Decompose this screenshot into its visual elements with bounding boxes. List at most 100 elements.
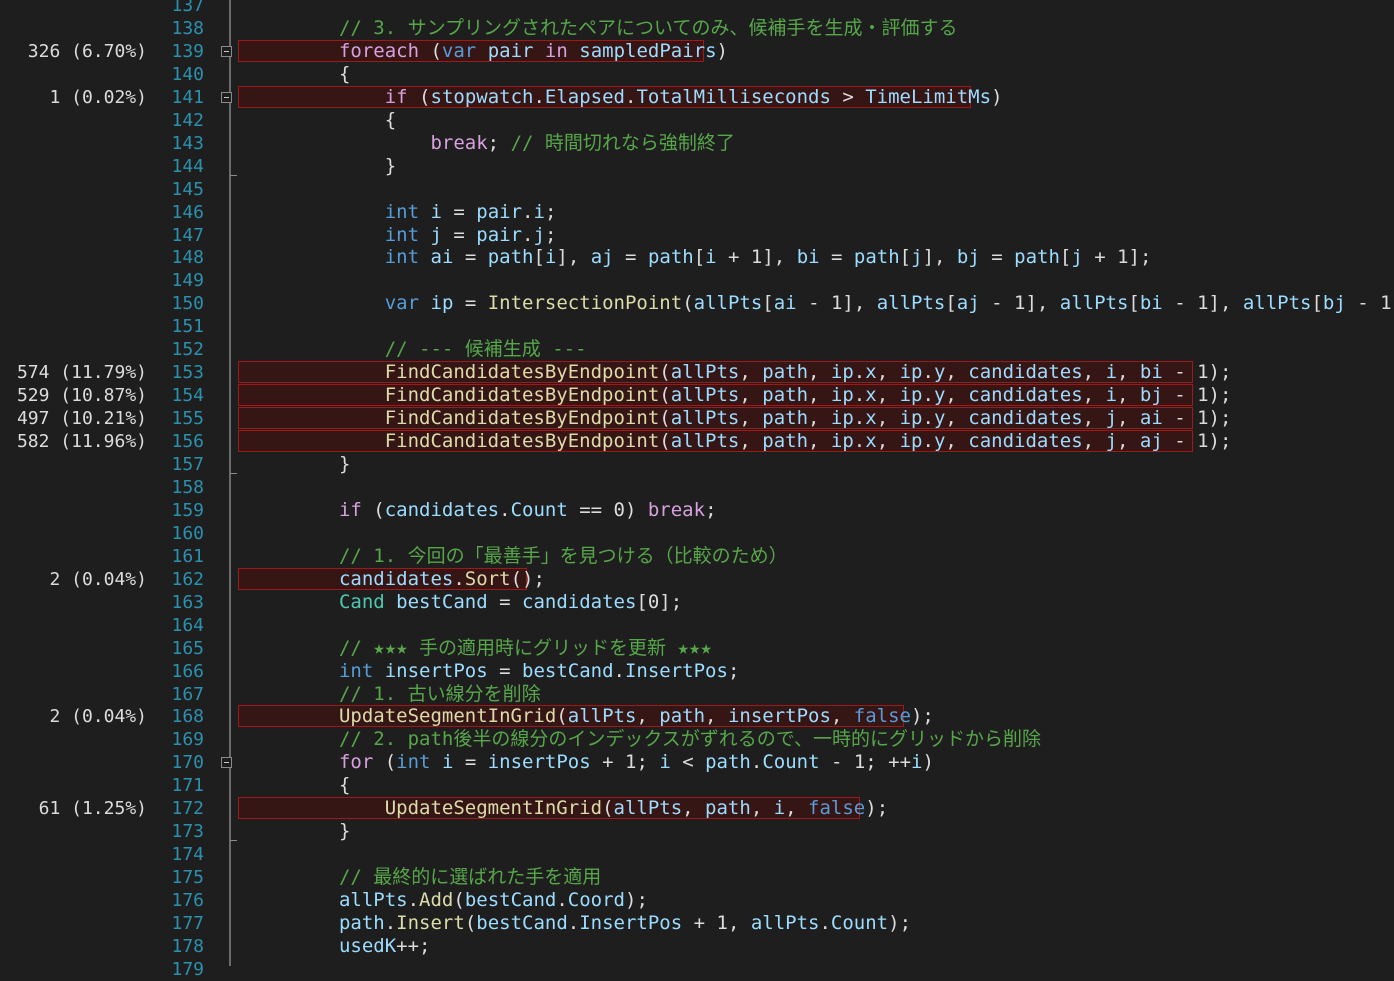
code-text[interactable]: int insertPos = bestCand.InsertPos; [236, 660, 739, 683]
code-line-159[interactable]: 159 if (candidates.Count == 0) break; [0, 499, 1394, 522]
code-line-179[interactable]: 179 [0, 958, 1394, 981]
code-text[interactable] [236, 178, 247, 201]
code-line-167[interactable]: 167 // 1. 古い線分を削除 [0, 683, 1394, 706]
code-token: i [773, 797, 786, 820]
code-text[interactable] [236, 958, 247, 981]
code-text[interactable]: foreach (var pair in sampledPairs) [236, 40, 728, 63]
code-text[interactable] [236, 0, 247, 17]
collapse-toggle-icon[interactable] [221, 45, 232, 57]
code-text[interactable] [236, 269, 247, 292]
code-line-153[interactable]: 574 (11.79%) 153 FindCandidatesByEndpoint… [0, 361, 1394, 384]
code-line-164[interactable]: 164 [0, 614, 1394, 637]
code-text[interactable]: for (int i = insertPos + 1; i < path.Cou… [236, 751, 934, 774]
code-text[interactable]: FindCandidatesByEndpoint(allPts, path, i… [236, 384, 1232, 407]
code-line-137[interactable]: 137 [0, 0, 1394, 17]
code-text[interactable]: // 2. path後半の線分のインデックスがずれるので、一時的にグリッドから削… [236, 728, 1041, 751]
code-line-148[interactable]: 148 int ai = path[i], aj = path[i + 1], … [0, 246, 1394, 269]
code-text[interactable]: path.Insert(bestCand.InsertPos + 1, allP… [236, 912, 911, 935]
code-line-150[interactable]: 150 var ip = IntersectionPoint(allPts[ai… [0, 292, 1394, 315]
code-line-152[interactable]: 152 // --- 候補生成 --- [0, 338, 1394, 361]
code-text[interactable]: UpdateSegmentInGrid(allPts, path, i, fal… [236, 797, 888, 820]
code-token: , [808, 407, 831, 430]
code-text[interactable] [236, 476, 247, 499]
perf-sample-count: 2 (0.04%) [49, 568, 147, 590]
code-token: pair [476, 223, 523, 246]
code-text[interactable]: // 最終的に選ばれた手を適用 [236, 866, 601, 889]
code-line-161[interactable]: 161 // 1. 今回の「最善手」を見つける（比較のため） [0, 545, 1394, 568]
code-text[interactable]: { [236, 63, 350, 86]
code-token: pair [476, 200, 523, 223]
code-line-171[interactable]: 171 { [0, 774, 1394, 797]
code-text[interactable]: { [236, 774, 350, 797]
code-text[interactable] [236, 315, 247, 338]
code-line-160[interactable]: 160 [0, 522, 1394, 545]
code-line-147[interactable]: 147 int j = pair.j; [0, 224, 1394, 247]
code-line-177[interactable]: 177 path.Insert(bestCand.InsertPos + 1, … [0, 912, 1394, 935]
code-text[interactable]: allPts.Add(bestCand.Coord); [236, 889, 648, 912]
code-line-157[interactable]: 157 } [0, 453, 1394, 476]
code-line-149[interactable]: 149 [0, 269, 1394, 292]
collapse-toggle-icon[interactable] [221, 91, 232, 103]
code-line-178[interactable]: 178 usedK++; [0, 935, 1394, 958]
code-text[interactable]: var ip = IntersectionPoint(allPts[ai - 1… [236, 292, 1394, 315]
code-line-140[interactable]: 140 { [0, 63, 1394, 86]
code-line-163[interactable]: 163 Cand bestCand = candidates[0]; [0, 591, 1394, 614]
code-text[interactable]: } [236, 155, 396, 178]
code-line-141[interactable]: 1 (0.02%) 141 if (stopwatch.Elapsed.Total… [0, 85, 1394, 109]
code-line-151[interactable]: 151 [0, 315, 1394, 338]
code-text[interactable]: int i = pair.i; [236, 200, 557, 224]
code-line-174[interactable]: 174 [0, 843, 1394, 866]
code-line-170[interactable]: 170 for (int i = insertPos + 1; i < path… [0, 751, 1394, 774]
code-line-154[interactable]: 529 (10.87%) 154 FindCandidatesByEndpoint… [0, 384, 1394, 407]
code-text[interactable] [236, 843, 247, 866]
code-text[interactable]: if (stopwatch.Elapsed.TotalMilliseconds … [236, 86, 1003, 109]
code-line-143[interactable]: 143 break; // 時間切れなら強制終了 [0, 132, 1394, 155]
code-text[interactable]: int ai = path[i], aj = path[i + 1], bi =… [236, 246, 1152, 269]
code-line-139[interactable]: 326 (6.70%) 139 foreach (var pair in samp… [0, 39, 1394, 63]
code-text[interactable]: FindCandidatesByEndpoint(allPts, path, i… [236, 407, 1232, 430]
code-text[interactable] [236, 614, 247, 637]
line-number: 173 [171, 821, 204, 843]
code-text[interactable]: UpdateSegmentInGrid(allPts, path, insert… [236, 705, 934, 728]
code-text[interactable]: int j = pair.j; [236, 223, 557, 247]
code-text[interactable]: } [236, 820, 350, 843]
code-line-138[interactable]: 138 // 3. サンプリングされたペアについてのみ、候補手を生成・評価する [0, 17, 1394, 40]
code-text[interactable]: } [236, 453, 350, 476]
code-text[interactable] [236, 522, 247, 545]
code-text[interactable]: break; // 時間切れなら強制終了 [236, 132, 734, 155]
code-text[interactable]: // 1. 今回の「最善手」を見つける（比較のため） [236, 545, 788, 568]
code-token: , [1082, 407, 1106, 430]
code-line-172[interactable]: 61 (1.25%) 172 UpdateSegmentInGrid(allPts… [0, 797, 1394, 820]
code-line-145[interactable]: 145 [0, 178, 1394, 201]
code-line-142[interactable]: 142 { [0, 109, 1394, 132]
code-line-168[interactable]: 2 (0.04%) 168 UpdateSegmentInGrid(allPts,… [0, 705, 1394, 728]
code-line-169[interactable]: 169 // 2. path後半の線分のインデックスがずれるので、一時的にグリッ… [0, 728, 1394, 751]
code-text[interactable]: // --- 候補生成 --- [236, 338, 587, 361]
line-number: 155 [171, 408, 204, 430]
code-token: i [659, 751, 671, 774]
code-text[interactable]: candidates.Sort(); [236, 568, 545, 591]
code-line-165[interactable]: 165 // ★★★ 手の適用時にグリッドを更新 ★★★ [0, 637, 1394, 660]
code-text[interactable]: { [236, 109, 396, 132]
code-line-146[interactable]: 146 int i = pair.i; [0, 201, 1394, 224]
code-text[interactable]: FindCandidatesByEndpoint(allPts, path, i… [236, 361, 1232, 384]
code-text[interactable]: Cand bestCand = candidates[0]; [236, 591, 682, 614]
collapse-toggle-icon[interactable] [221, 757, 232, 769]
code-line-175[interactable]: 175 // 最終的に選ばれた手を適用 [0, 866, 1394, 889]
line-number: 167 [171, 683, 204, 705]
code-line-156[interactable]: 582 (11.96%) 156 FindCandidatesByEndpoint… [0, 430, 1394, 453]
code-text[interactable]: // 3. サンプリングされたペアについてのみ、候補手を生成・評価する [236, 17, 958, 40]
code-text[interactable]: usedK++; [236, 935, 431, 958]
code-line-144[interactable]: 144 } [0, 155, 1394, 178]
code-text[interactable]: if (candidates.Count == 0) break; [236, 499, 717, 522]
code-text[interactable]: FindCandidatesByEndpoint(allPts, path, i… [236, 430, 1232, 453]
code-line-176[interactable]: 176 allPts.Add(bestCand.Coord); [0, 889, 1394, 912]
code-line-173[interactable]: 173 } [0, 820, 1394, 843]
code-line-155[interactable]: 497 (10.21%) 155 FindCandidatesByEndpoint… [0, 407, 1394, 430]
code-line-162[interactable]: 2 (0.04%) 162 candidates.Sort(); [0, 567, 1394, 591]
code-text[interactable]: // 1. 古い線分を削除 [236, 683, 541, 706]
code-text[interactable]: // ★★★ 手の適用時にグリッドを更新 ★★★ [236, 637, 712, 660]
code-editor[interactable]: 137 138 // 3. サンプリングされたペアについてのみ、候補手を生成・評… [0, 0, 1394, 980]
code-line-166[interactable]: 166 int insertPos = bestCand.InsertPos; [0, 660, 1394, 683]
code-line-158[interactable]: 158 [0, 476, 1394, 499]
